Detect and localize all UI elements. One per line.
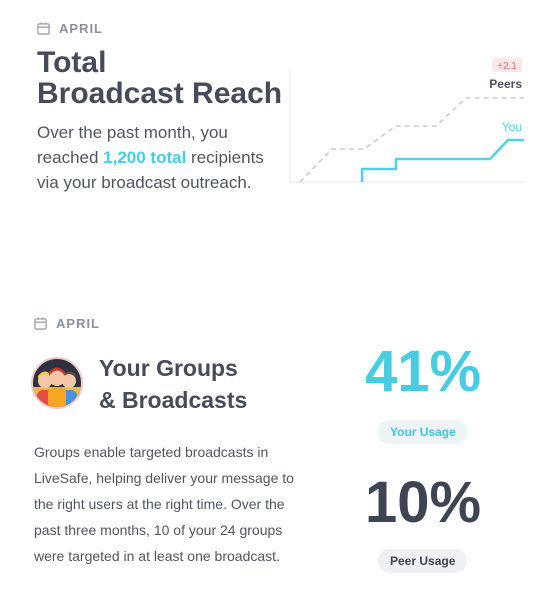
peers-line [299,97,524,183]
groups-title-line2: & Broadcasts [99,387,248,413]
groups-section-label-text: APRIL [56,316,100,331]
calendar-icon [37,22,50,35]
reach-section-label: APRIL [37,21,103,36]
reach-chart: +2.1 Peers You [289,58,526,183]
chart-you-label: You [502,120,522,134]
group-avatar-icon [31,357,83,409]
you-line [360,138,524,182]
your-usage-label: Your Usage [378,420,468,444]
calendar-icon [34,317,47,330]
reach-description: Over the past month, you reached 1,200 t… [37,120,287,195]
chart-badge: +2.1 [497,61,517,72]
reach-section-label-text: APRIL [59,21,103,36]
groups-title-line1: Your Groups [99,355,238,381]
chart-peers-label: Peers [489,77,522,91]
your-usage-value: 41% [364,339,482,404]
groups-title: Your Groups & Broadcasts [99,352,247,416]
reach-title-line2: Broadcast Reach [37,77,283,110]
groups-description: Groups enable targeted broadcasts in Liv… [34,444,294,564]
reach-title-line1: Total [37,46,107,79]
peer-usage-label: Peer Usage [378,549,468,573]
reach-desc-highlight: 1,200 total [103,148,187,167]
peer-usage-value: 10% [364,470,482,535]
reach-title: Total Broadcast Reach [37,47,282,109]
groups-section-label: APRIL [34,316,100,331]
